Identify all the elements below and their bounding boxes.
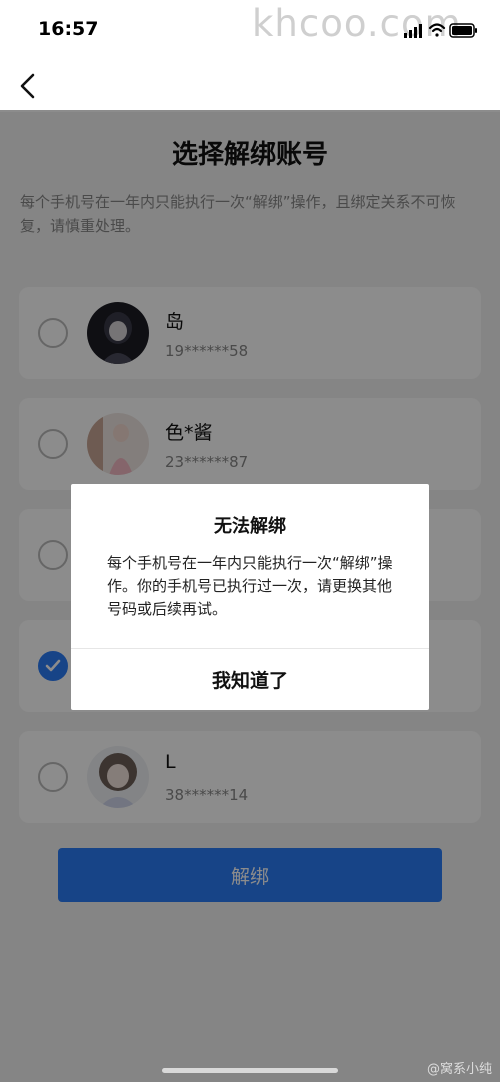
dialog-title: 无法解绑 [214,516,286,537]
back-button[interactable] [10,68,46,104]
unbind-error-dialog: 无法解绑 每个手机号在一年内只能执行一次“解绑”操作。你的手机号已执行过一次，请… [71,484,429,710]
chevron-left-icon [20,73,35,99]
dialog-message: 每个手机号在一年内只能执行一次“解绑”操作。你的手机号已执行过一次，请更换其他号… [107,554,393,618]
footer-watermark-text: @窝系小纯 [426,1062,492,1077]
status-icons [404,20,478,40]
battery-icon [449,23,477,38]
status-time: 16:57 [38,18,99,40]
signal-icon [404,24,422,38]
nav-bar [0,60,500,112]
dialog-confirm-button[interactable]: 我知道了 [71,649,429,710]
wifi-icon [428,23,446,37]
footer-watermark: @窝系小纯 [427,1058,492,1077]
home-indicator [162,1068,338,1073]
status-bar: 16:57 khcoo.com [0,0,500,60]
